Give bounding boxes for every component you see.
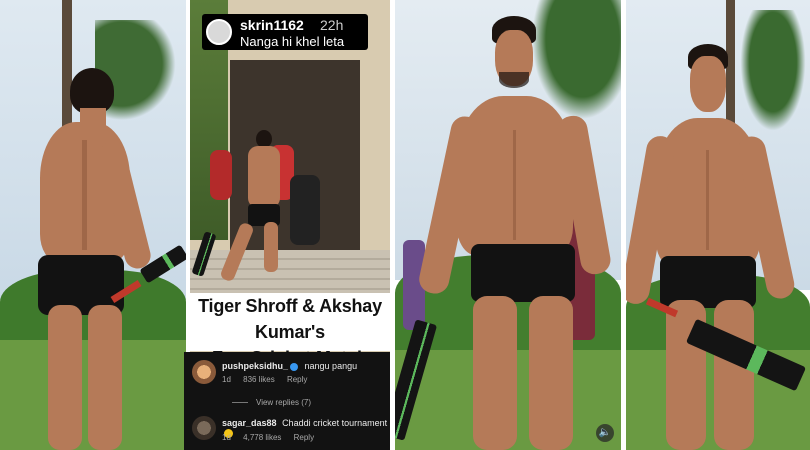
comment-time: 22h bbox=[320, 17, 344, 33]
comment-text: Nanga hi khel leta bbox=[240, 34, 345, 49]
comment-username[interactable]: pushpeksidhu_ bbox=[222, 361, 288, 371]
lawn-scene bbox=[626, 0, 810, 450]
comment-username[interactable]: skrin1162 bbox=[240, 17, 304, 33]
post-title-line1: Tiger Shroff & Akshay Kumar's bbox=[198, 296, 382, 342]
speaker-mute-icon[interactable]: 🔈 bbox=[596, 424, 614, 442]
lawn-scene bbox=[0, 0, 186, 450]
comment-text: Chaddi cricket tournament bbox=[282, 418, 388, 428]
right-leg bbox=[529, 296, 573, 450]
comment-meta: 1d 836 likes Reply bbox=[222, 375, 317, 384]
left-leg bbox=[48, 305, 82, 450]
spine-shadow bbox=[82, 140, 87, 250]
comment-age: 1d bbox=[222, 375, 231, 384]
reply-button[interactable]: Reply bbox=[287, 375, 307, 384]
top-comment-overlay[interactable]: skrin1162 22h Nanga hi khel leta bbox=[202, 14, 368, 50]
photo-panel-front-view: 🔈 bbox=[395, 0, 621, 450]
right-leg bbox=[88, 305, 122, 450]
abs-line bbox=[706, 150, 709, 250]
shorts bbox=[471, 244, 575, 302]
comment-1: pushpeksidhu_ nangu pangu bbox=[222, 361, 357, 371]
photo-panel-bat-view bbox=[626, 0, 810, 450]
comment-likes[interactable]: 4,778 likes bbox=[243, 433, 281, 442]
comment-section: pushpeksidhu_ nangu pangu 1d 836 likes R… bbox=[184, 352, 397, 450]
spectator bbox=[290, 175, 320, 245]
player-torso bbox=[248, 146, 280, 208]
spectator bbox=[210, 150, 232, 200]
view-replies-button[interactable]: View replies (7) bbox=[232, 398, 311, 407]
comment-text: nangu pangu bbox=[304, 361, 358, 371]
face bbox=[690, 56, 726, 112]
player-leg bbox=[264, 222, 278, 272]
reply-button[interactable]: Reply bbox=[294, 433, 314, 442]
comment-age: 1d bbox=[222, 433, 231, 442]
abs-line bbox=[513, 130, 516, 240]
avatar[interactable] bbox=[192, 360, 216, 384]
left-leg bbox=[473, 296, 517, 450]
right-leg bbox=[714, 300, 754, 450]
comment-likes[interactable]: 836 likes bbox=[243, 375, 275, 384]
lawn-scene bbox=[395, 0, 621, 450]
photo-panel-back-view bbox=[0, 0, 186, 450]
comment-meta: 1d 4,778 likes Reply bbox=[222, 433, 324, 442]
comment-username[interactable]: sagar_das88 bbox=[222, 418, 277, 428]
palm-fronds bbox=[736, 10, 810, 140]
verified-badge-icon bbox=[290, 362, 299, 371]
avatar[interactable] bbox=[206, 19, 232, 45]
post-title-card: Tiger Shroff & Akshay Kumar's Fun Cricke… bbox=[190, 293, 390, 368]
beard bbox=[499, 72, 529, 88]
avatar[interactable] bbox=[192, 416, 216, 440]
